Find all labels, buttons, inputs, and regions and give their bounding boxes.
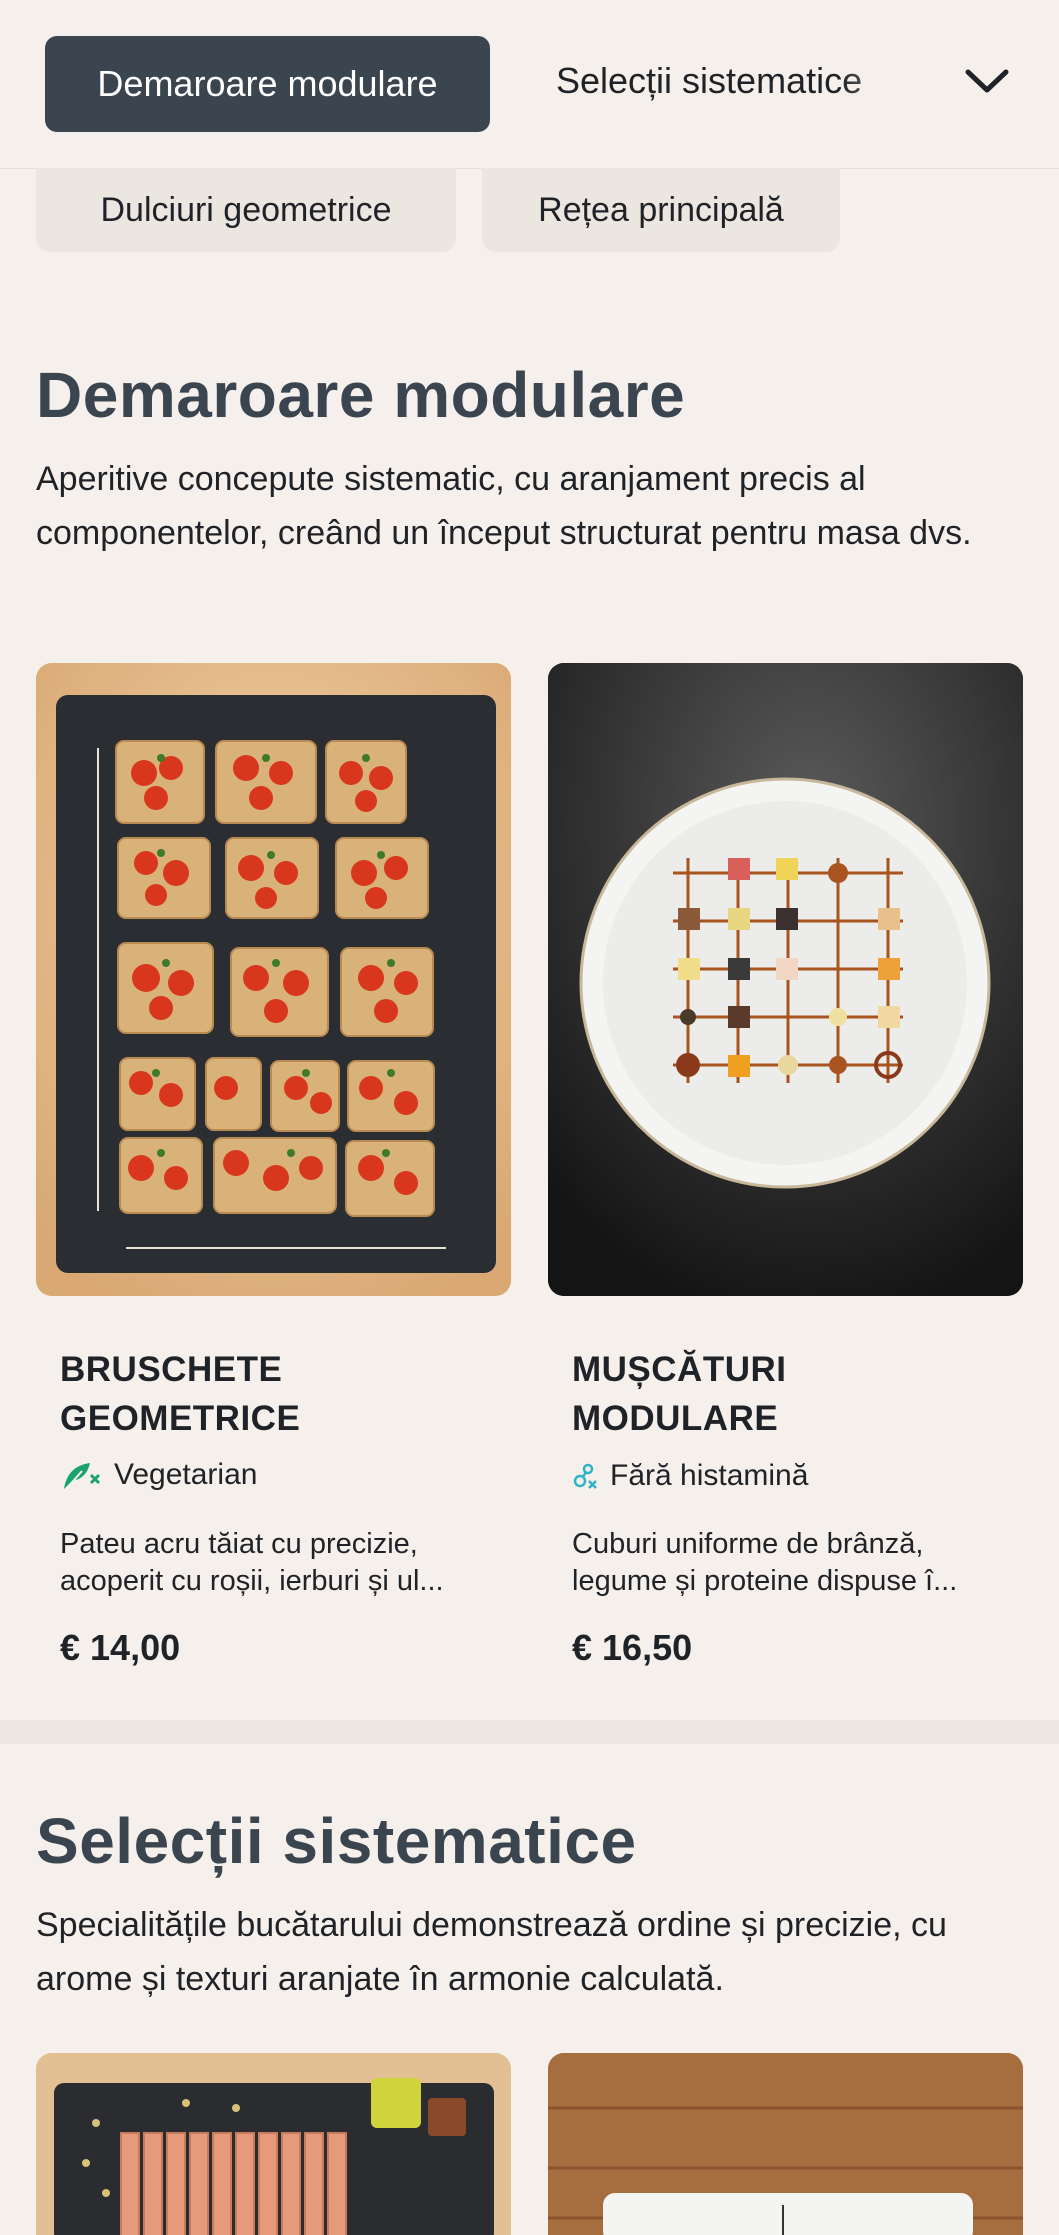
- section2-item1-image[interactable]: [36, 2053, 511, 2235]
- dietary-tag: Vegetarian: [60, 1457, 257, 1493]
- item-description-line1: Cuburi uniforme de brânză,: [572, 1528, 924, 1560]
- tab-selectii-sistematice[interactable]: Selecții sistematice: [556, 60, 862, 102]
- muscaturi-modulare-image[interactable]: [548, 663, 1023, 1296]
- tab-retea-principala[interactable]: Rețea principală: [482, 168, 840, 252]
- tab-dulciuri-geometrice[interactable]: Dulciuri geometrice: [36, 168, 456, 252]
- tab-fade-overlay: [840, 40, 970, 130]
- bruschete-geometrice-image[interactable]: [36, 663, 511, 1296]
- item-title: MUȘCĂTURI MODULARE: [572, 1345, 786, 1443]
- item-description-line2: legume și proteine dispuse î...: [572, 1565, 958, 1597]
- item-price: € 16,50: [572, 1627, 693, 1668]
- bruschetta-photo: [36, 663, 511, 1296]
- item-description-line2: acoperit cu roșii, ierburi și ul...: [60, 1565, 444, 1597]
- item-title-line1: MUȘCĂTURI: [572, 1350, 787, 1389]
- section-title: Demaroare modulare: [36, 359, 686, 431]
- item-price: € 14,00: [60, 1627, 181, 1668]
- item-title: BRUSCHETE GEOMETRICE: [60, 1345, 300, 1443]
- section-description: Specialitățile bucătarului demonstrează …: [36, 1906, 947, 1998]
- tuna-slate-photo: [36, 2053, 511, 2235]
- wood-plate-photo: [548, 2053, 1023, 2235]
- item-description: Pateu acru tăiat cu precizie, acoperit c…: [60, 1526, 500, 1600]
- dietary-tag-label: Vegetarian: [114, 1458, 258, 1491]
- modular-bites-photo: [548, 663, 1023, 1296]
- item-title-line2: GEOMETRICE: [60, 1399, 301, 1438]
- item-title-line2: MODULARE: [572, 1399, 779, 1438]
- chevron-down-icon[interactable]: [962, 62, 1012, 102]
- category-nav: Demaroare modulare Selecții sistematice: [0, 0, 1059, 169]
- dietary-tag-label: Fără histamină: [610, 1459, 809, 1492]
- section-divider: [0, 1720, 1059, 1744]
- section-title: Selecții sistematice: [36, 1805, 637, 1877]
- section2-item2-image[interactable]: [548, 2053, 1023, 2235]
- dietary-tag: Fără histamină: [572, 1459, 808, 1493]
- tab-demaroare-modulare[interactable]: Demaroare modulare: [45, 36, 490, 132]
- histamine-free-icon: [573, 1463, 597, 1489]
- section-description: Aperitive concepute sistematic, cu aranj…: [36, 460, 972, 552]
- item-description: Cuburi uniforme de brânză, legume și pro…: [572, 1526, 1012, 1600]
- item-description-line1: Pateu acru tăiat cu precizie,: [60, 1528, 418, 1560]
- vegetarian-icon: [64, 1463, 101, 1489]
- item-title-line1: BRUSCHETE: [60, 1350, 283, 1389]
